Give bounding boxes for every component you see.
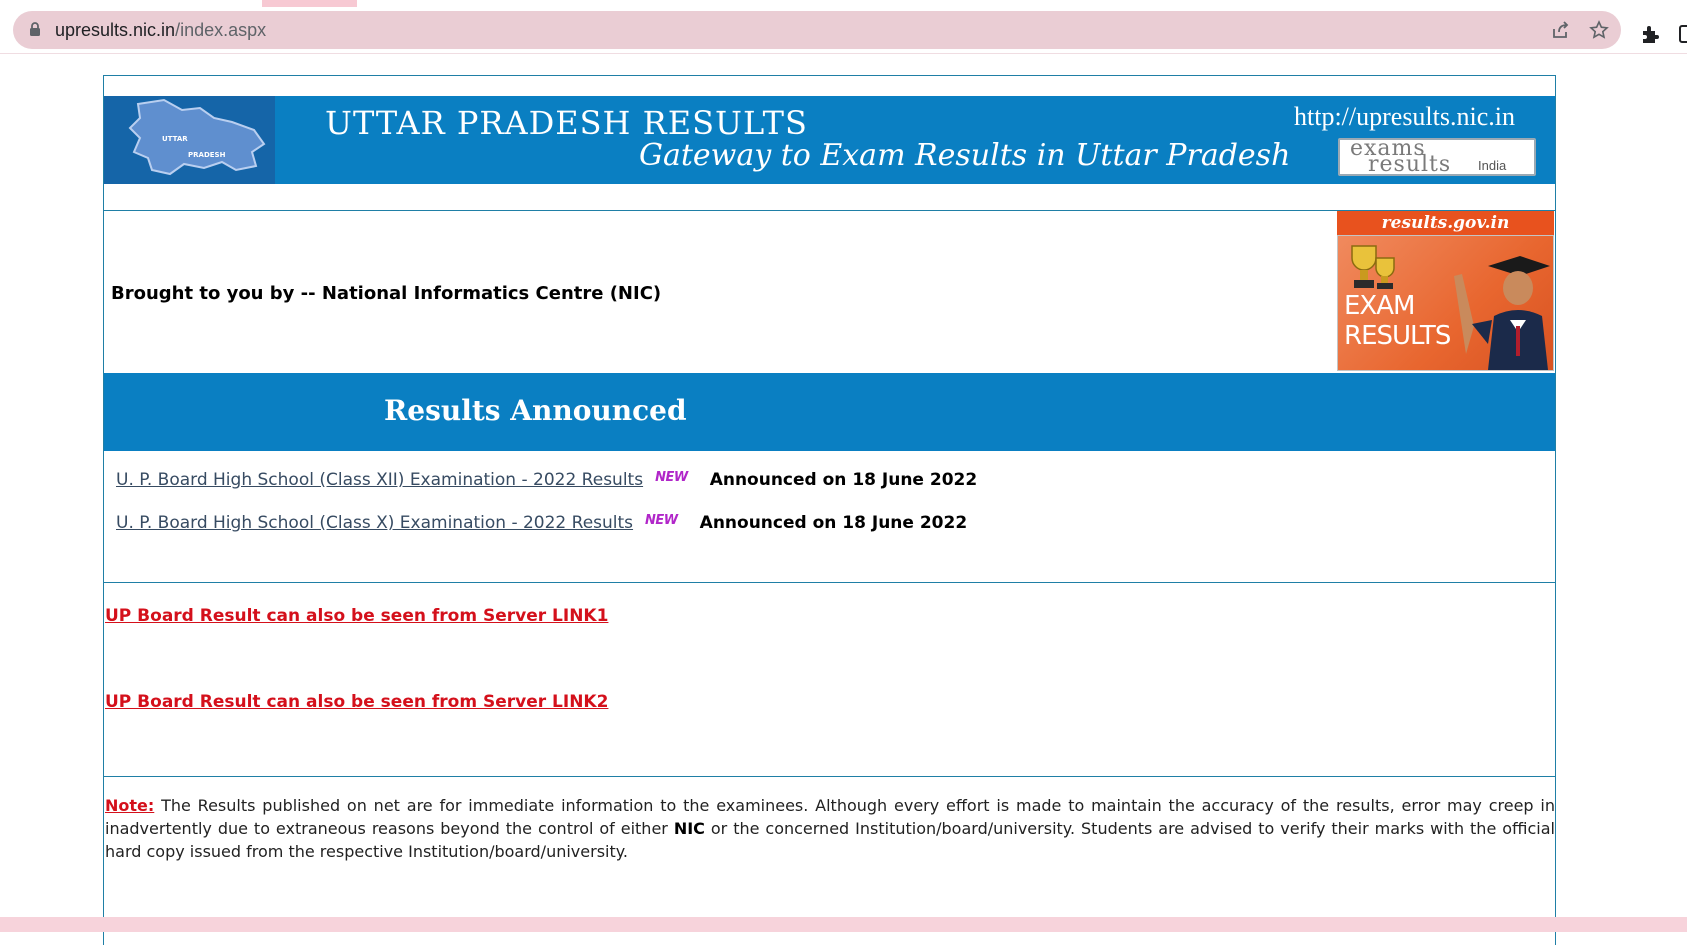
results-gov-label: results.gov.in bbox=[1381, 213, 1510, 233]
active-tab[interactable] bbox=[357, 0, 1687, 7]
results-announced-heading: Results Announced bbox=[384, 394, 687, 427]
server-link-2[interactable]: UP Board Result can also be seen from Se… bbox=[105, 692, 608, 712]
note-nic: NIC bbox=[673, 819, 705, 838]
results-gov-header: results.gov.in bbox=[1337, 211, 1554, 235]
results-gov-banner[interactable]: results.gov.in EXAM RESULTS bbox=[1337, 211, 1554, 371]
disclaimer-note: Note: The Results published on net are f… bbox=[105, 794, 1555, 863]
up-map-icon: UTTAR PRADESH bbox=[128, 98, 266, 176]
note-label: Note: bbox=[105, 796, 155, 815]
tab-strip bbox=[0, 0, 1687, 7]
credit-text: Brought to you by -- National Informatic… bbox=[111, 283, 662, 304]
tab[interactable] bbox=[0, 0, 262, 7]
share-icon[interactable] bbox=[1551, 20, 1571, 40]
results-announced-bar: Results Announced bbox=[104, 373, 1555, 451]
exam-line: EXAM bbox=[1344, 291, 1415, 321]
side-panel-icon[interactable] bbox=[1678, 23, 1687, 45]
extensions-puzzle-icon[interactable] bbox=[1640, 23, 1662, 45]
result-row: U. P. Board High School (Class X) Examin… bbox=[116, 513, 967, 537]
browser-toolbar: upresults.nic.in/index.aspx bbox=[0, 7, 1687, 54]
announced-date: Announced on 18 June 2022 bbox=[709, 470, 978, 490]
bottom-strip bbox=[0, 917, 1687, 932]
bookmark-star-icon[interactable] bbox=[1589, 20, 1609, 40]
url-text[interactable]: upresults.nic.in/index.aspx bbox=[55, 20, 266, 41]
url-host: upresults.nic.in bbox=[55, 20, 176, 40]
page-frame: UTTAR PRADESH UTTAR PRADESH RESULTS Gate… bbox=[103, 75, 1556, 945]
new-badge: NEW bbox=[645, 513, 678, 528]
exam-results-image: EXAM RESULTS bbox=[1337, 235, 1554, 371]
site-title: UTTAR PRADESH RESULTS bbox=[325, 104, 808, 142]
announced-date: Announced on 18 June 2022 bbox=[699, 513, 968, 533]
divider bbox=[104, 582, 1555, 583]
result-row: U. P. Board High School (Class XII) Exam… bbox=[116, 470, 977, 494]
header-banner: UTTAR PRADESH UTTAR PRADESH RESULTS Gate… bbox=[104, 96, 1555, 184]
up-map-logo: UTTAR PRADESH bbox=[104, 96, 275, 184]
logo-word-india: India bbox=[1478, 158, 1507, 173]
results-line: RESULTS bbox=[1344, 321, 1451, 351]
server-link-1[interactable]: UP Board Result can also be seen from Se… bbox=[105, 606, 608, 626]
exams-results-india-logo[interactable]: exams results India bbox=[1338, 136, 1536, 177]
address-bar[interactable]: upresults.nic.in/index.aspx bbox=[13, 11, 1621, 49]
map-label-2: PRADESH bbox=[188, 151, 226, 159]
class-xii-result-link[interactable]: U. P. Board High School (Class XII) Exam… bbox=[116, 470, 643, 490]
url-path: /index.aspx bbox=[175, 20, 267, 40]
logo-word-results: results bbox=[1368, 152, 1452, 177]
divider bbox=[104, 776, 1555, 777]
site-url: http://upresults.nic.in bbox=[1294, 102, 1515, 131]
site-subtitle: Gateway to Exam Results in Uttar Pradesh bbox=[639, 138, 1291, 173]
new-badge: NEW bbox=[655, 470, 688, 485]
map-label-1: UTTAR bbox=[162, 135, 188, 143]
lock-icon[interactable] bbox=[29, 22, 41, 37]
class-x-result-link[interactable]: U. P. Board High School (Class X) Examin… bbox=[116, 513, 633, 533]
